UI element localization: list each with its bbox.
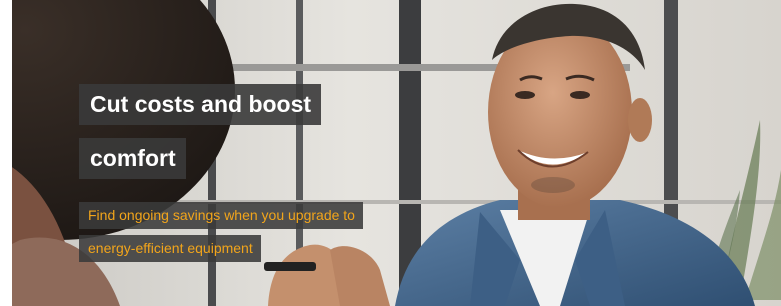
subtext-line-1: Find ongoing savings when you upgrade to [79,202,363,229]
hero-banner: Cut costs and boost comfort Find ongoing… [0,0,781,306]
headline-line-1: Cut costs and boost [79,84,322,125]
headline-line-2: comfort [79,138,186,179]
subtext-line-2: energy-efficient equipment [79,235,261,262]
